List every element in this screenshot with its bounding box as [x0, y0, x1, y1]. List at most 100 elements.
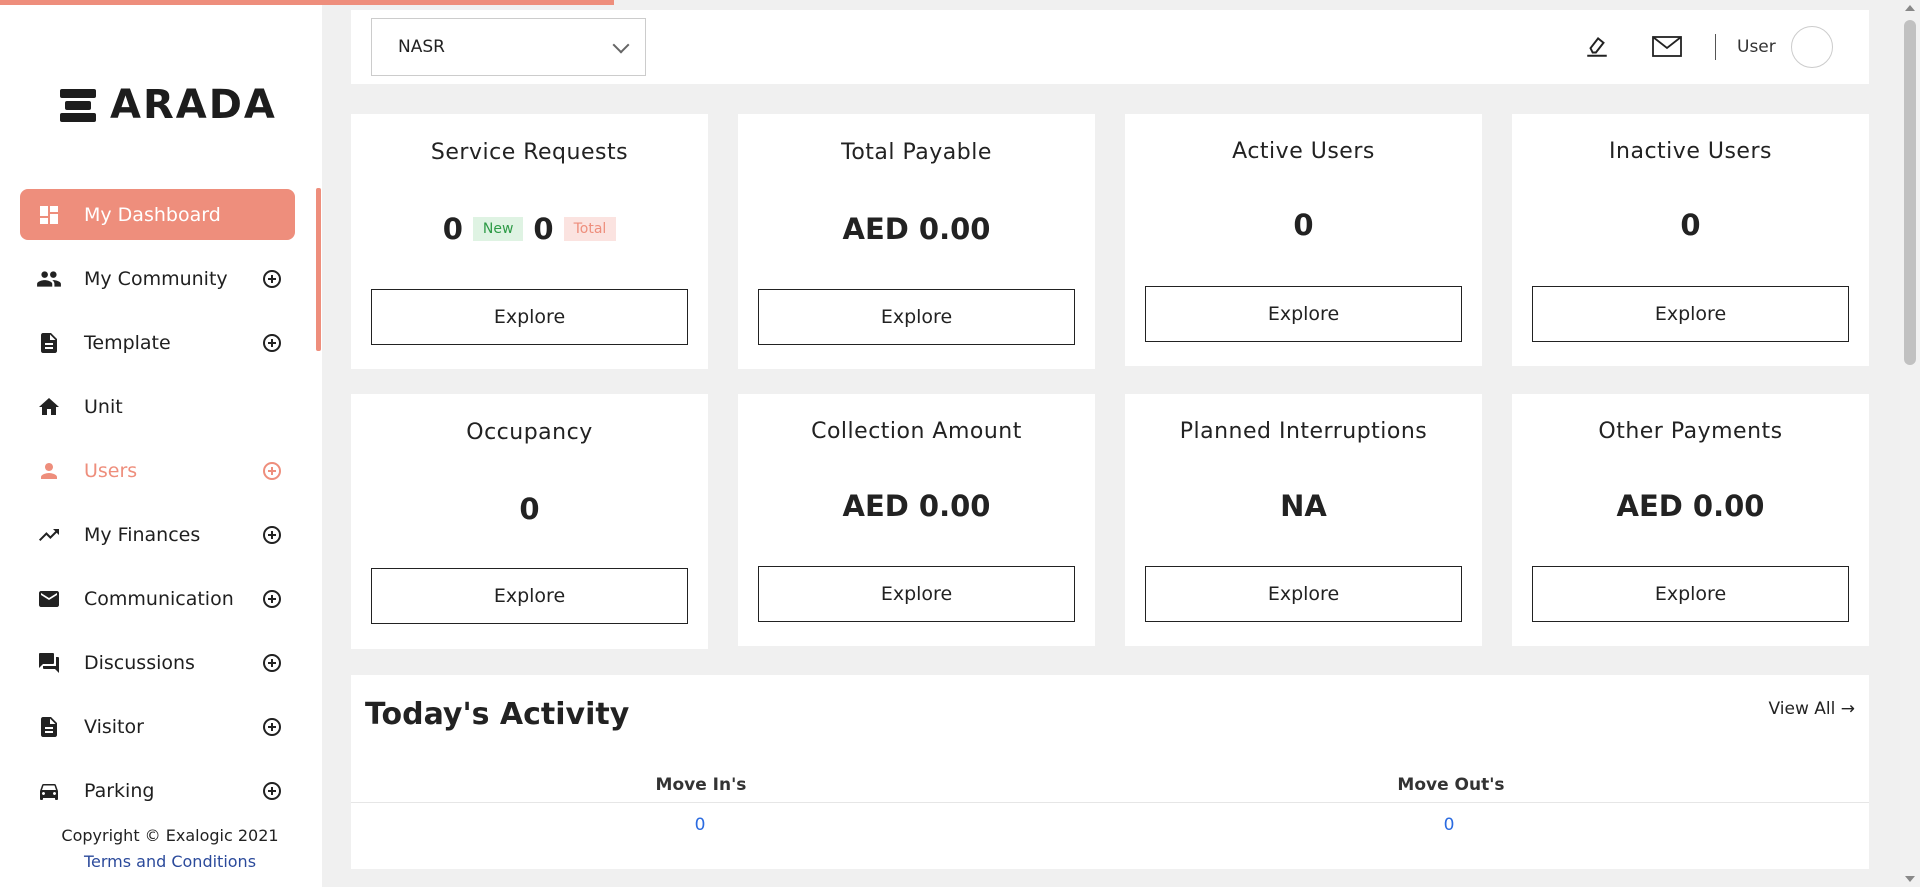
sidebar-item-label: Template: [84, 331, 171, 354]
brand-logo[interactable]: ARADA: [60, 80, 277, 130]
header-divider: [1715, 34, 1716, 60]
card-value: AED 0.00: [1616, 489, 1765, 523]
avatar[interactable]: [1791, 26, 1833, 68]
top-header: NASR User: [351, 10, 1869, 84]
service-requests-card: Service Requests 0 New 0 Total Explore: [351, 114, 708, 369]
expand-plus-icon[interactable]: [263, 525, 281, 544]
explore-button[interactable]: Explore: [1145, 286, 1462, 342]
dashboard-icon: [36, 202, 62, 228]
collection-amount-card: Collection Amount AED 0.00 Explore: [738, 394, 1095, 646]
move-ins-header: Move In's: [655, 775, 747, 795]
trending-up-icon: [36, 522, 62, 548]
inactive-users-card: Inactive Users 0 Explore: [1512, 114, 1869, 366]
sidebar-item-label: Users: [84, 459, 138, 482]
card-value: 0: [1293, 208, 1314, 242]
card-title: Inactive Users: [1609, 139, 1772, 164]
total-badge: Total: [563, 217, 617, 241]
explore-button[interactable]: Explore: [758, 289, 1075, 345]
community-select-value: NASR: [398, 37, 445, 57]
move-outs-header: Move Out's: [1397, 775, 1505, 795]
home-icon: [36, 394, 62, 420]
sidebar-item-label: My Finances: [84, 523, 201, 546]
card-title: Other Payments: [1598, 419, 1783, 444]
expand-plus-icon[interactable]: [263, 653, 281, 672]
sidebar-item-label: Unit: [84, 395, 123, 418]
todays-activity-panel: Today's Activity View All → Move In's Mo…: [351, 675, 1869, 869]
explore-button[interactable]: Explore: [758, 566, 1075, 622]
document-icon: [36, 714, 62, 740]
expand-plus-icon[interactable]: [263, 589, 281, 608]
sidebar-item-parking[interactable]: Parking: [20, 765, 295, 816]
card-value: AED 0.00: [842, 489, 991, 523]
service-requests-counts: 0 New 0 Total: [351, 212, 708, 246]
view-all-link[interactable]: View All →: [1769, 699, 1855, 719]
mail-icon[interactable]: [1651, 30, 1683, 62]
user-name[interactable]: User: [1737, 37, 1776, 57]
sidebar-item-users[interactable]: Users: [20, 445, 295, 496]
copyright-text: Copyright © Exalogic 2021: [61, 826, 279, 845]
explore-button[interactable]: Explore: [1532, 286, 1849, 342]
expand-plus-icon[interactable]: [263, 269, 281, 288]
card-title: Occupancy: [466, 420, 593, 445]
chevron-down-icon: [612, 36, 630, 54]
move-ins-count[interactable]: 0: [550, 815, 850, 835]
community-select[interactable]: NASR: [371, 18, 646, 76]
sidebar-item-my-community[interactable]: My Community: [20, 253, 295, 304]
card-title: Service Requests: [430, 140, 629, 165]
activity-divider: [351, 802, 1869, 803]
expand-plus-icon[interactable]: [263, 461, 281, 480]
sidebar-item-discussions[interactable]: Discussions: [20, 637, 295, 688]
active-users-card: Active Users 0 Explore: [1125, 114, 1482, 366]
card-value: NA: [1280, 489, 1327, 523]
sidebar-item-label: Parking: [84, 779, 155, 802]
explore-button[interactable]: Explore: [1532, 566, 1849, 622]
card-title: Active Users: [1232, 139, 1375, 164]
sidebar-item-label: Visitor: [84, 715, 144, 738]
sidebar-item-label: Discussions: [84, 651, 195, 674]
total-payable-card: Total Payable AED 0.00 Explore: [738, 114, 1095, 369]
total-count: 0: [533, 212, 554, 246]
card-value: AED 0.00: [842, 212, 991, 246]
explore-button[interactable]: Explore: [1145, 566, 1462, 622]
arada-logo-icon: [60, 87, 96, 123]
sidebar: ARADA My Dashboard My Community Template: [0, 0, 322, 887]
sidebar-item-label: Communication: [84, 587, 234, 610]
expand-plus-icon[interactable]: [263, 717, 281, 736]
forum-icon: [36, 650, 62, 676]
brand-name: ARADA: [110, 82, 277, 128]
person-icon: [36, 458, 62, 484]
sidebar-item-my-dashboard[interactable]: My Dashboard: [20, 189, 295, 240]
card-value: 0: [519, 492, 540, 526]
card-title: Total Payable: [841, 140, 992, 165]
page-load-progress-bar: [0, 0, 615, 5]
explore-button[interactable]: Explore: [371, 289, 688, 345]
card-value: 0: [1680, 208, 1701, 242]
sidebar-scroll-indicator: [316, 188, 321, 351]
sidebar-item-template[interactable]: Template: [20, 317, 295, 368]
page-scrollbar[interactable]: [1900, 0, 1920, 887]
people-icon: [36, 266, 62, 292]
new-badge: New: [472, 217, 524, 241]
card-title: Collection Amount: [811, 419, 1022, 444]
sidebar-item-label: My Dashboard: [84, 203, 221, 226]
sidebar-nav: My Dashboard My Community Template Unit: [20, 189, 295, 829]
explore-button[interactable]: Explore: [371, 568, 688, 624]
move-outs-count[interactable]: 0: [1299, 815, 1599, 835]
occupancy-card: Occupancy 0 Explore: [351, 394, 708, 649]
clear-format-icon[interactable]: [1581, 30, 1613, 62]
sidebar-item-label: My Community: [84, 267, 228, 290]
expand-plus-icon[interactable]: [263, 333, 281, 352]
car-icon: [36, 778, 62, 804]
scroll-up-arrow-icon[interactable]: [1905, 5, 1915, 11]
sidebar-item-my-finances[interactable]: My Finances: [20, 509, 295, 560]
sidebar-item-communication[interactable]: Communication: [20, 573, 295, 624]
card-title: Planned Interruptions: [1179, 419, 1428, 444]
new-count: 0: [442, 212, 463, 246]
terms-link[interactable]: Terms and Conditions: [0, 852, 340, 871]
scroll-down-arrow-icon[interactable]: [1905, 876, 1915, 882]
scrollbar-thumb[interactable]: [1904, 20, 1916, 365]
sidebar-item-visitor[interactable]: Visitor: [20, 701, 295, 752]
sidebar-item-unit[interactable]: Unit: [20, 381, 295, 432]
other-payments-card: Other Payments AED 0.00 Explore: [1512, 394, 1869, 646]
expand-plus-icon[interactable]: [263, 781, 281, 800]
